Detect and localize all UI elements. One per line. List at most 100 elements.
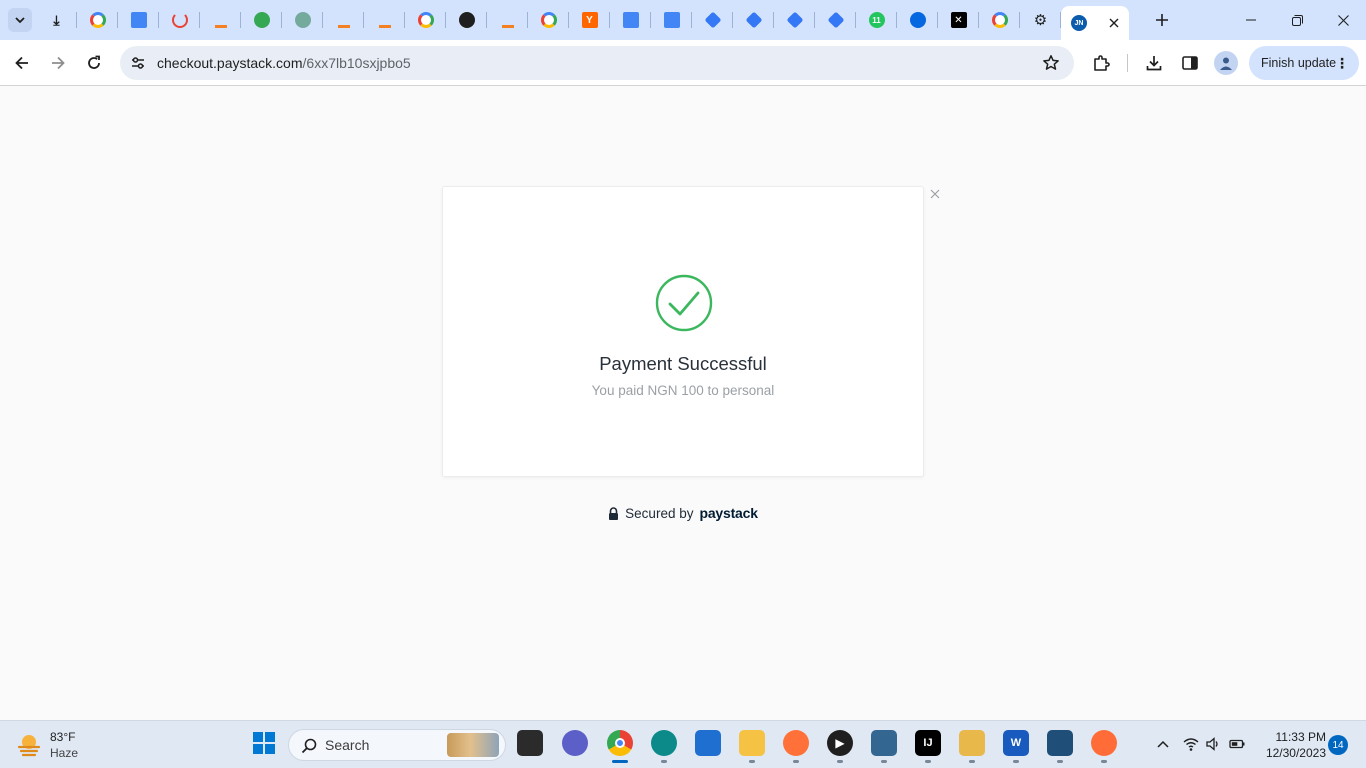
plus-icon [1156,14,1168,26]
firefox-icon[interactable] [783,730,809,756]
notification-badge[interactable]: 14 [1328,735,1348,755]
taskbar-search[interactable]: Search [288,729,506,761]
browser-tab[interactable] [446,0,487,40]
start-button[interactable] [251,730,277,756]
extensions-button[interactable] [1090,52,1112,74]
finish-update-label: Finish update [1261,56,1337,70]
bookmark-star-icon[interactable] [1042,54,1060,72]
search-highlight-image [447,733,499,757]
volume-icon[interactable] [1205,736,1221,752]
running-indicator [1013,760,1019,763]
browser-tab[interactable] [815,0,856,40]
browser-tab[interactable] [897,0,938,40]
x-icon: ✕ [950,12,967,28]
browser-tab[interactable] [651,0,692,40]
browser-tab[interactable] [282,0,323,40]
system-clock[interactable]: 11:33 PM 12/30/2023 [1258,729,1326,761]
running-indicator [837,760,843,763]
arrow-right-icon [52,56,65,70]
browser-tab[interactable]: 11 [856,0,897,40]
paystack-logo[interactable]: paystack [699,505,758,521]
browser-tab[interactable] [364,0,405,40]
url-text[interactable]: checkout.paystack.com/6xx7lb10sxjpbo5 [157,55,411,71]
browser-tab[interactable] [528,0,569,40]
browser-tab[interactable] [405,0,446,40]
docs-icon [663,12,680,28]
minimize-button[interactable] [1228,0,1274,40]
browser-tab[interactable] [200,0,241,40]
tab-search-button[interactable] [8,8,32,32]
browser-tab[interactable]: ⤓ [36,0,77,40]
reload-button[interactable] [80,49,108,77]
close-checkout-icon[interactable] [929,188,941,200]
gear-icon: ⚙ [1033,12,1048,29]
running-indicator [1057,760,1063,763]
address-bar[interactable]: checkout.paystack.com/6xx7lb10sxjpbo5 [120,46,1074,80]
puzzle-icon [1094,55,1110,71]
diamond-icon [786,11,803,29]
close-window-button[interactable] [1320,0,1366,40]
browser-tab[interactable] [733,0,774,40]
browser-tab[interactable] [77,0,118,40]
media-player-icon[interactable]: ▶ [827,730,853,756]
finish-update-button[interactable]: Finish update ⋮ [1249,46,1359,80]
downloads-button[interactable] [1143,52,1165,74]
url-domain: checkout.paystack.com [157,55,303,71]
weather-widget[interactable]: 83°F Haze [16,727,78,763]
google-icon [89,12,106,28]
store-icon[interactable] [695,730,721,756]
diamond-icon [827,11,844,29]
side-panel-button[interactable] [1179,52,1201,74]
play-glyph: ▶ [835,736,845,750]
browser-tab-active[interactable]: JN [1061,6,1129,40]
browser-tab[interactable] [118,0,159,40]
file-explorer-icon[interactable] [739,730,765,756]
word-icon[interactable]: W [1003,730,1029,756]
task-view-icon[interactable] [517,730,543,756]
postman-icon[interactable] [1091,730,1117,756]
browser-tab[interactable] [692,0,733,40]
back-button[interactable] [8,49,36,77]
close-tab-icon[interactable] [1109,18,1119,28]
google-icon [540,12,557,28]
weather-condition: Haze [50,746,79,760]
running-indicator [612,760,628,763]
browser-tab[interactable] [241,0,282,40]
restore-button[interactable] [1274,0,1320,40]
clock-time: 11:33 PM [1275,730,1326,744]
stack-icon [378,12,391,28]
chevron-up-icon[interactable] [1155,736,1171,752]
wifi-icon[interactable] [1183,736,1199,752]
weather-temp: 83°F [50,730,76,744]
browser-tab[interactable] [323,0,364,40]
green-circle-icon [253,12,270,28]
payment-card: Payment Successful You paid NGN 100 to p… [442,186,924,477]
profile-avatar[interactable] [1214,51,1238,75]
intellij-icon[interactable]: IJ [915,730,941,756]
running-indicator [969,760,975,763]
sql-developer-icon[interactable] [1047,730,1073,756]
haze-sun-icon [17,735,41,757]
battery-icon[interactable] [1229,736,1245,752]
browser-tab[interactable] [774,0,815,40]
taskbar-search-label: Search [325,737,370,753]
edge-icon[interactable] [651,730,677,756]
postgres-icon[interactable] [871,730,897,756]
forward-button[interactable] [44,49,72,77]
lock-icon [609,506,619,520]
chrome-icon[interactable] [607,730,633,756]
site-info-button[interactable] [126,51,150,75]
browser-tab[interactable] [487,0,528,40]
success-check-icon [655,274,713,332]
diamond-icon [704,11,721,29]
browser-tab[interactable] [159,0,200,40]
browser-tab[interactable]: Y [569,0,610,40]
new-tab-button[interactable] [1150,8,1174,32]
teams-chat-icon[interactable] [562,730,588,756]
browser-tab[interactable]: ⚙ [1020,0,1061,40]
browser-tab[interactable]: ✕ [938,0,979,40]
browser-tab[interactable] [610,0,651,40]
browser-tab[interactable] [979,0,1020,40]
git-icon[interactable] [959,730,985,756]
person-icon [1220,57,1232,70]
